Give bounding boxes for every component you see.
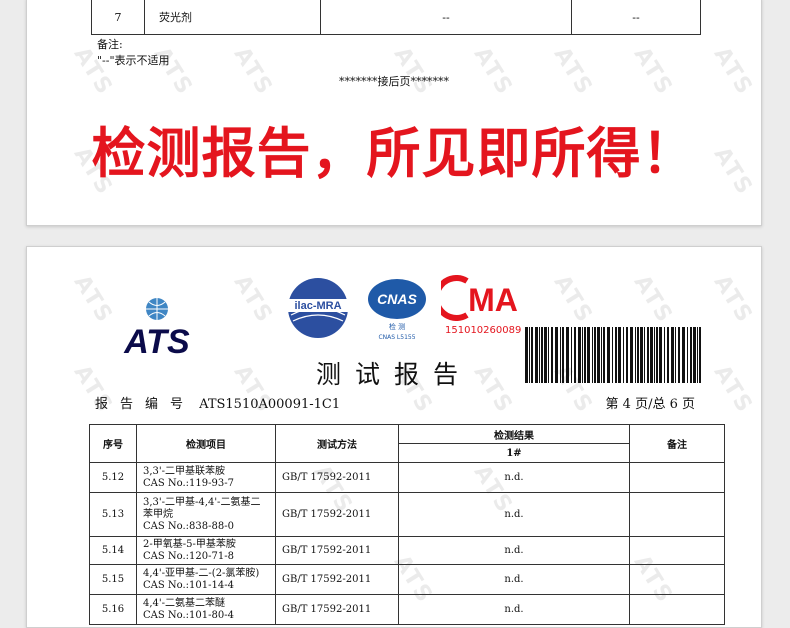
ats-logo: ATS	[123, 298, 190, 357]
row-item: 3,3'-二甲基-4,4'-二氨基二 苯甲烷 CAS No.:838-88-0	[136, 492, 276, 537]
watermark: ATS	[708, 42, 758, 101]
row-item-line: 苯甲烷	[143, 508, 173, 520]
page-title: 测试报告	[315, 360, 472, 389]
watermark: ATS	[708, 270, 758, 329]
row-method: GB/T 17592-2011	[275, 462, 399, 493]
header-sample: 1#	[398, 443, 630, 463]
row-item-line: 3,3'-二甲基联苯胺	[143, 465, 226, 477]
row-item-line: CAS No.:120-71-8	[143, 550, 234, 562]
row-note	[629, 462, 725, 493]
svg-text:检 测: 检 测	[389, 322, 405, 331]
cnas-logo: CNAS 检 测 CNAS L5155	[368, 279, 426, 341]
row-note	[629, 564, 725, 595]
cma-number: 151010260089	[445, 325, 522, 336]
row-number: 5.15	[89, 564, 137, 595]
watermark: ATS	[628, 270, 678, 329]
row-item-line: CAS No.:119-93-7	[143, 477, 234, 489]
row-result: n.d.	[398, 462, 630, 493]
report-page: ATS ATS ATS ATS ATS ATS ATS ATS ATS ATS …	[26, 246, 762, 628]
row-item-line: 2-甲氧基-5-甲基苯胺	[143, 538, 236, 550]
row-note: --	[571, 0, 701, 35]
row-number: 5.13	[89, 492, 137, 537]
result-table-tail: 7 荧光剂 -- --	[91, 0, 701, 35]
row-item-line: 4,4'-亚甲基-二-(2-氯苯胺)	[143, 567, 260, 579]
svg-text:MA: MA	[468, 282, 518, 318]
watermark: ATS	[468, 42, 518, 101]
row-item-line: CAS No.:838-88-0	[143, 520, 234, 532]
watermark: ATS	[628, 42, 678, 101]
notes-text: "--"表示不适用	[97, 54, 170, 67]
row-result: n.d.	[398, 594, 630, 625]
row-item: 4,4'-亚甲基-二-(2-氯苯胺) CAS No.:101-14-4	[136, 564, 276, 595]
row-item-line: CAS No.:101-80-4	[143, 609, 234, 621]
watermark: ATS	[548, 42, 598, 101]
result-table: 序号 检测项目 测试方法 检测结果 备注 1# 5.12 3,3'-二甲基联苯胺 C…	[89, 424, 725, 625]
row-method: GB/T 17592-2011	[275, 492, 399, 537]
row-result: --	[320, 0, 572, 35]
table-row: 5.14 2-甲氧基-5-甲基苯胺 CAS No.:120-71-8 GB/T 175…	[89, 536, 725, 565]
row-item-line: 3,3'-二甲基-4,4'-二氨基二	[143, 496, 261, 508]
header-note: 备注	[629, 424, 725, 463]
header-item: 检测项目	[136, 424, 276, 463]
promo-banner: 检测报告，所见即所得！	[91, 122, 697, 185]
header-method: 测试方法	[275, 424, 399, 463]
row-item: 荧光剂	[144, 0, 321, 35]
header-num: 序号	[89, 424, 137, 463]
row-note	[629, 594, 725, 625]
table-row: 5.12 3,3'-二甲基联苯胺 CAS No.:119-93-7 GB/T 1759…	[89, 462, 725, 493]
row-note	[629, 536, 725, 565]
report-number-value: ATS1510A00091-1C1	[199, 397, 341, 412]
svg-text:ilac-MRA: ilac-MRA	[294, 300, 341, 312]
row-note	[629, 492, 725, 537]
row-result: n.d.	[398, 536, 630, 565]
continue-text: *******接后页*******	[339, 75, 449, 88]
watermark: ATS	[228, 270, 278, 329]
row-item: 2-甲氧基-5-甲基苯胺 CAS No.:120-71-8	[136, 536, 276, 565]
table-row: 5.15 4,4'-亚甲基-二-(2-氯苯胺) CAS No.:101-14-4 GB…	[89, 564, 725, 595]
row-number: 5.16	[89, 594, 137, 625]
row-item-line: 4,4'-二氨基二苯醚	[143, 597, 226, 609]
row-result: n.d.	[398, 564, 630, 595]
notes: 备注: "--"表示不适用	[97, 37, 170, 69]
row-number: 7	[91, 0, 145, 35]
header-result: 检测结果	[398, 424, 630, 444]
report-number: 报告编号 ATS1510A00091-1C1	[95, 393, 340, 412]
row-number: 5.12	[89, 462, 137, 493]
watermark: ATS	[388, 42, 438, 101]
row-method: GB/T 17592-2011	[275, 536, 399, 565]
watermark: ATS	[548, 270, 598, 329]
table-row: 5.13 3,3'-二甲基-4,4'-二氨基二 苯甲烷 CAS No.:838-88-…	[89, 492, 725, 537]
row-method: GB/T 17592-2011	[275, 594, 399, 625]
row-number: 5.14	[89, 536, 137, 565]
svg-text:CNAS: CNAS	[377, 291, 417, 307]
report-page-top: ATS ATS ATS ATS ATS ATS ATS ATS ATS ATS …	[26, 0, 762, 226]
ilac-mra-logo: ilac-MRA	[288, 278, 348, 338]
page-info: 第 4 页/总 6 页	[605, 397, 695, 412]
watermark: ATS	[228, 42, 278, 101]
cma-logo: MA	[441, 275, 518, 321]
report-number-label: 报告编号	[95, 397, 196, 412]
table-row: 5.16 4,4'-二氨基二苯醚 CAS No.:101-80-4 GB/T 1759…	[89, 594, 725, 625]
row-result: n.d.	[398, 492, 630, 537]
notes-label: 备注:	[97, 38, 123, 51]
row-item: 4,4'-二氨基二苯醚 CAS No.:101-80-4	[136, 594, 276, 625]
row-item-line: CAS No.:101-14-4	[143, 579, 234, 591]
svg-text:CNAS L5155: CNAS L5155	[378, 334, 415, 341]
table-row: 7 荧光剂 -- --	[91, 0, 701, 35]
svg-text:ATS: ATS	[123, 323, 190, 357]
row-item: 3,3'-二甲基联苯胺 CAS No.:119-93-7	[136, 462, 276, 493]
row-method: GB/T 17592-2011	[275, 564, 399, 595]
